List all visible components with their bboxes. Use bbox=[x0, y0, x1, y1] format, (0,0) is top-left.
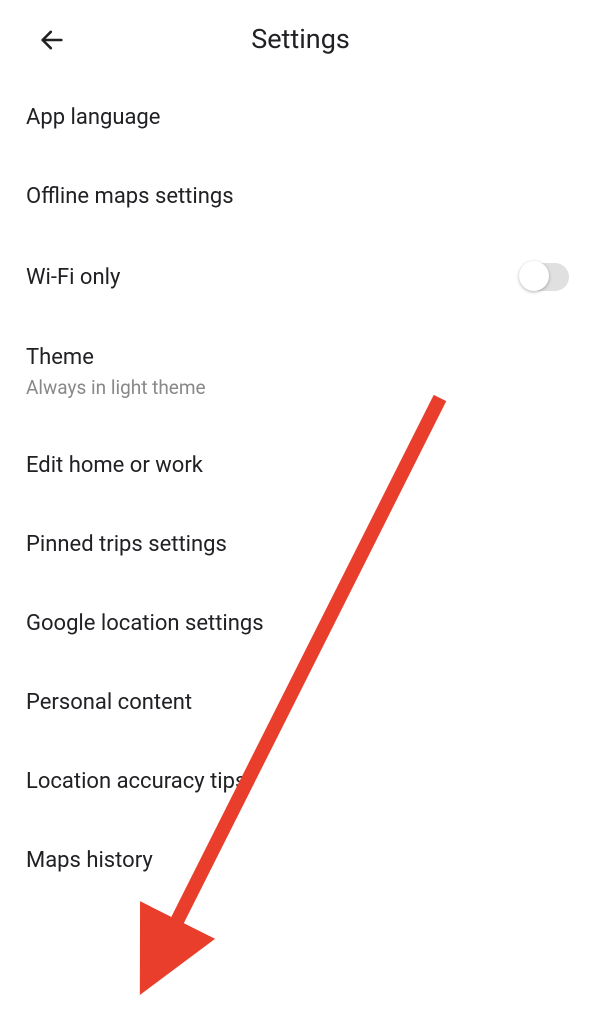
setting-pinned-trips[interactable]: Pinned trips settings bbox=[26, 505, 575, 584]
setting-location-accuracy[interactable]: Location accuracy tips bbox=[26, 742, 575, 821]
settings-list: App language Offline maps settings Wi-Fi… bbox=[0, 78, 601, 900]
back-arrow-icon bbox=[38, 26, 66, 54]
setting-label: Location accuracy tips bbox=[26, 769, 246, 794]
back-button[interactable] bbox=[36, 24, 68, 56]
setting-label: Offline maps settings bbox=[26, 184, 234, 209]
page-title: Settings bbox=[26, 23, 575, 55]
wifi-only-toggle[interactable] bbox=[521, 263, 569, 291]
setting-offline-maps[interactable]: Offline maps settings bbox=[26, 157, 575, 236]
setting-edit-home-work[interactable]: Edit home or work bbox=[26, 426, 575, 505]
setting-app-language[interactable]: App language bbox=[26, 78, 575, 157]
setting-label: Pinned trips settings bbox=[26, 532, 227, 557]
setting-maps-history[interactable]: Maps history bbox=[26, 821, 575, 900]
setting-google-location[interactable]: Google location settings bbox=[26, 584, 575, 663]
setting-text-block: Theme Always in light theme bbox=[26, 345, 206, 399]
setting-label: App language bbox=[26, 105, 160, 130]
setting-label: Theme bbox=[26, 345, 206, 370]
setting-personal-content[interactable]: Personal content bbox=[26, 663, 575, 742]
setting-label: Maps history bbox=[26, 848, 153, 873]
setting-sublabel: Always in light theme bbox=[26, 376, 206, 399]
setting-wifi-only[interactable]: Wi-Fi only bbox=[26, 236, 575, 318]
setting-label: Personal content bbox=[26, 690, 192, 715]
toggle-thumb bbox=[519, 261, 549, 291]
setting-label: Wi-Fi only bbox=[26, 265, 120, 290]
setting-label: Google location settings bbox=[26, 611, 264, 636]
header: Settings bbox=[0, 0, 601, 78]
setting-theme[interactable]: Theme Always in light theme bbox=[26, 318, 575, 426]
setting-label: Edit home or work bbox=[26, 453, 203, 478]
